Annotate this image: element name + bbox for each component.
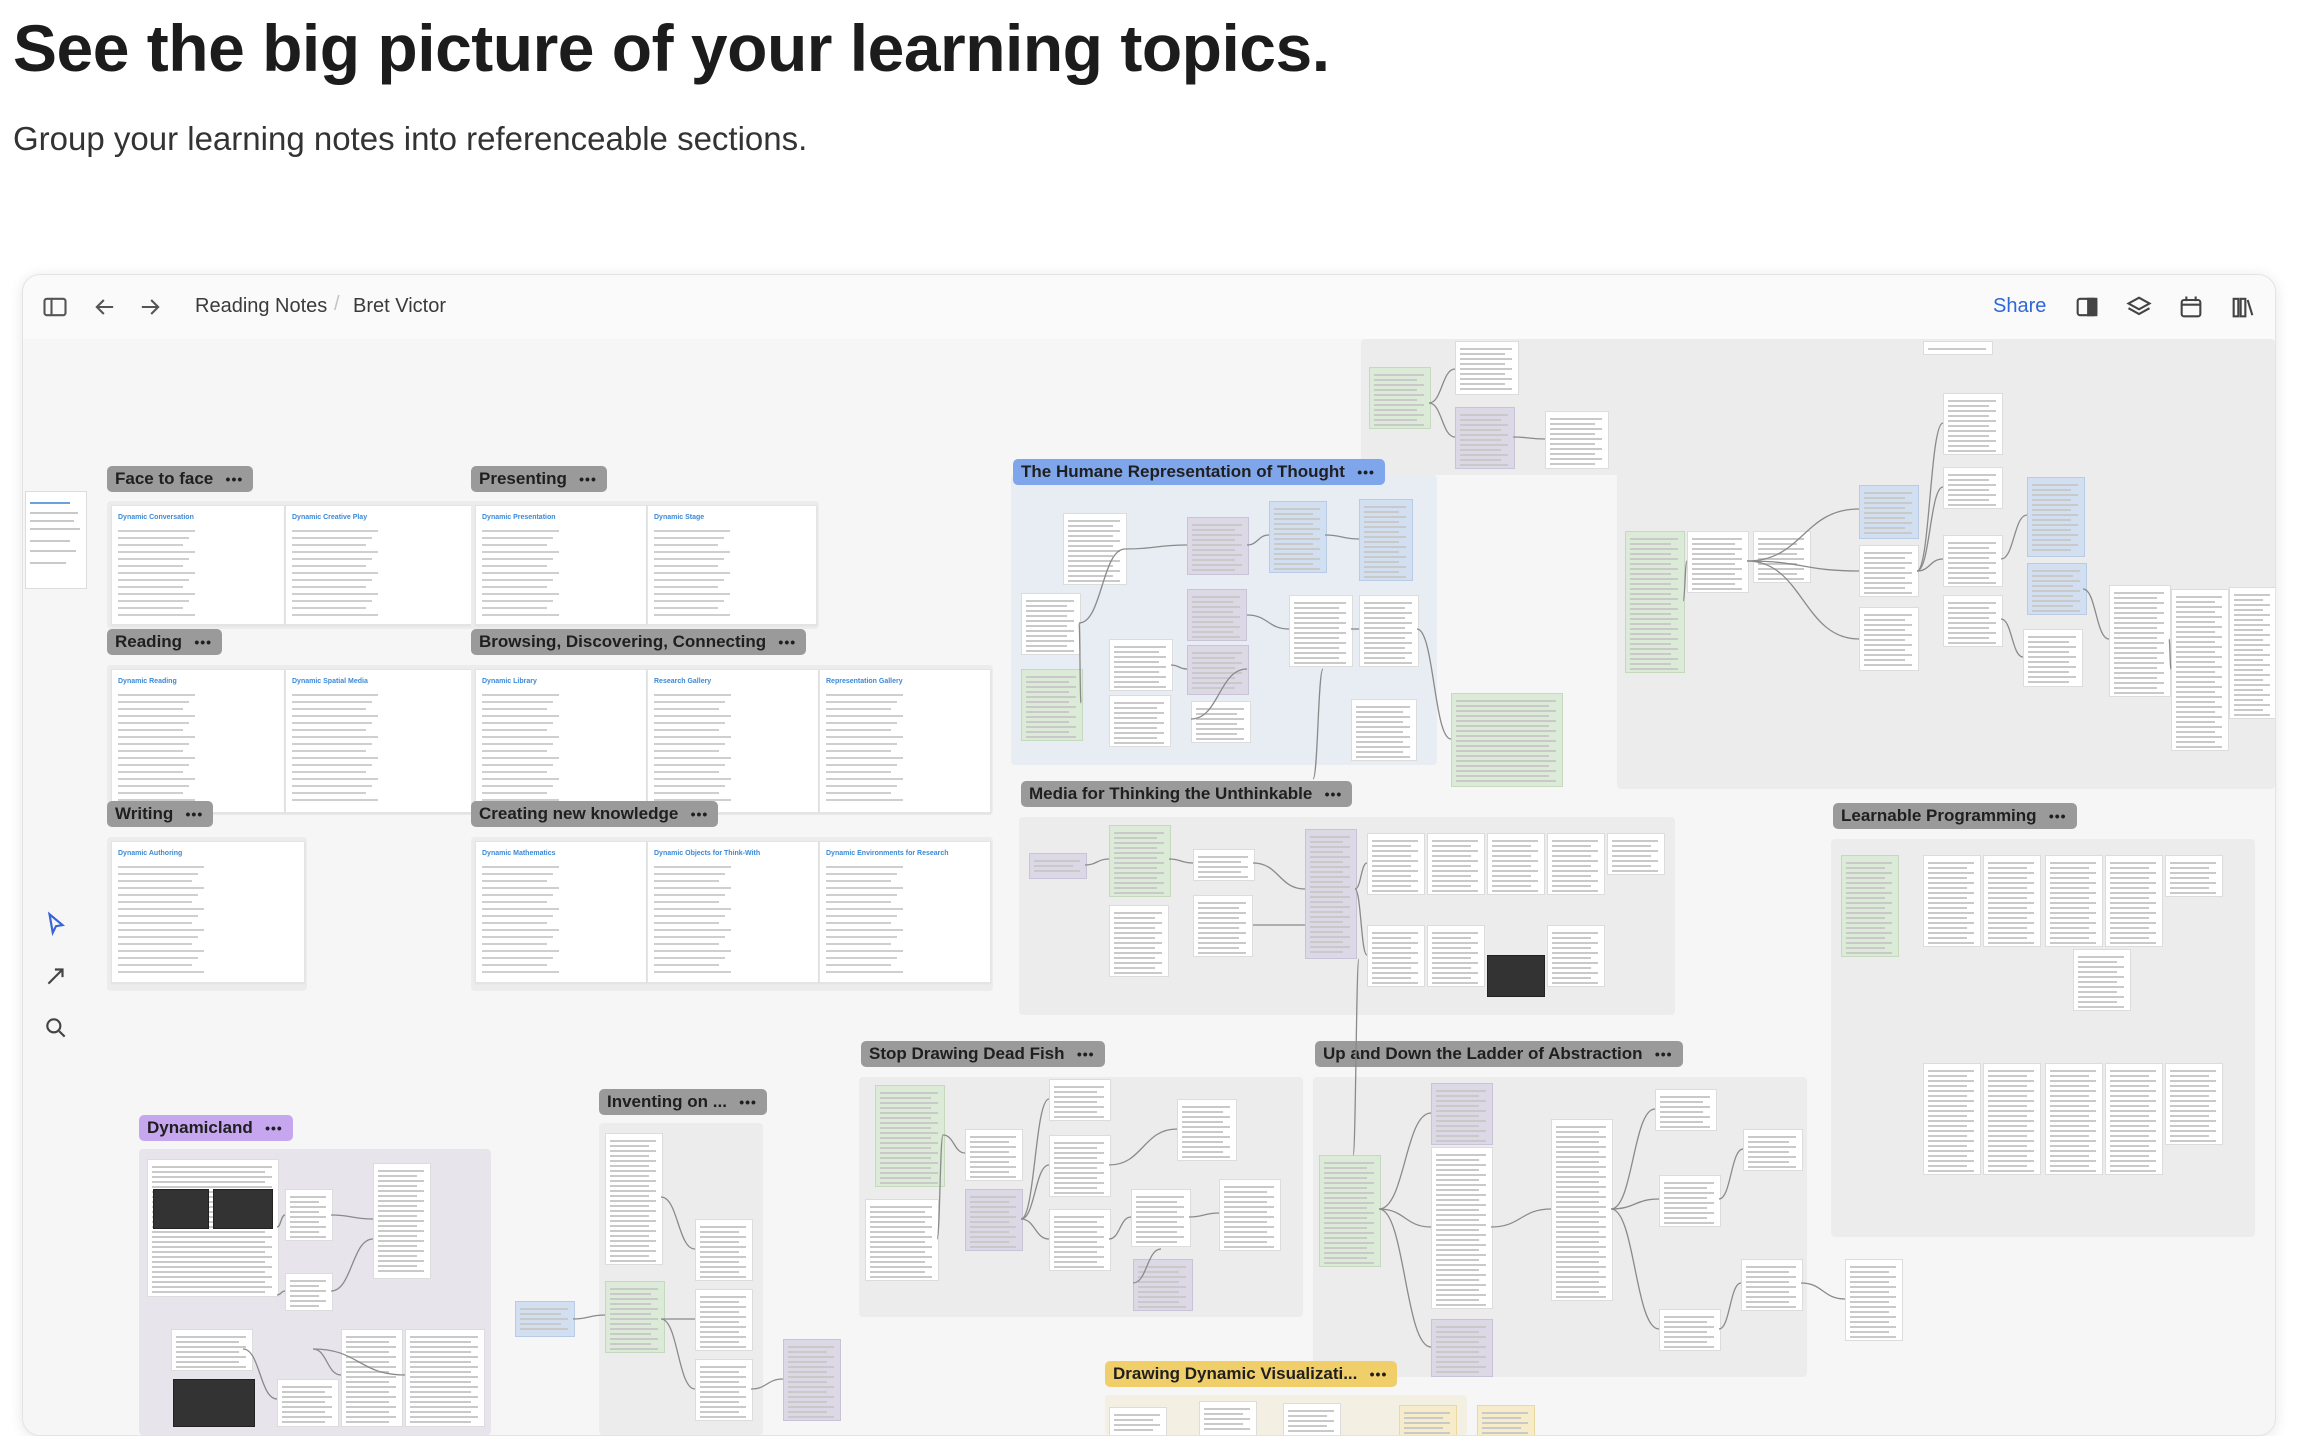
- connector-line: [2000, 514, 2028, 560]
- breadcrumb-separator: /: [334, 293, 340, 315]
- connector-line: [1190, 668, 1248, 720]
- panel-icon[interactable]: [2073, 293, 2101, 321]
- connector-line: [1170, 664, 1188, 670]
- connector-line: [2168, 638, 2172, 670]
- toolbar: Reading Notes / Bret Victor Share: [23, 275, 2275, 339]
- back-arrow-icon[interactable]: [91, 293, 119, 321]
- connector-line: [572, 1314, 606, 1320]
- layers-icon[interactable]: [2125, 293, 2153, 321]
- connector-line: [1610, 1108, 1656, 1210]
- connector-line: [2000, 618, 2024, 658]
- connector-line: [1020, 1098, 1050, 1220]
- connector-line: [936, 1134, 944, 1240]
- connector-line: [1108, 1128, 1178, 1166]
- connector-line: [1352, 958, 1360, 1156]
- connector-line: [1020, 1218, 1050, 1240]
- connector-line: [750, 1378, 784, 1390]
- connector-line: [276, 1290, 286, 1296]
- connector-line: [1246, 614, 1290, 630]
- connector-line: [312, 1348, 342, 1376]
- connector-line: [1916, 422, 1944, 572]
- connector-line: [1078, 622, 1082, 704]
- connector-lines: [242, 368, 2172, 1400]
- connector-line: [1800, 1282, 1846, 1300]
- connector-line: [1682, 560, 1688, 602]
- share-button[interactable]: Share: [1993, 295, 2046, 318]
- connector-line: [1188, 1212, 1220, 1218]
- connector-line: [1020, 1164, 1050, 1220]
- connector-line: [1746, 508, 1860, 562]
- connector-line: [1354, 862, 1368, 890]
- connector-line: [1124, 544, 1188, 550]
- page-subheadline: Group your learning notes into reference…: [13, 120, 808, 157]
- whiteboard-canvas[interactable]: Face to face ••• Dynamic Conversation Dyn…: [23, 339, 2275, 1435]
- app-window: Reading Notes / Bret Victor Share Face t…: [22, 274, 2276, 1436]
- connector-line: [242, 1348, 278, 1400]
- connector-line: [1084, 858, 1110, 866]
- connector-line: [1132, 1248, 1162, 1284]
- connector-line: [2082, 588, 2110, 640]
- connector-line: [1252, 862, 1306, 890]
- connector-line: [1246, 534, 1270, 546]
- connector-line: [1490, 1208, 1552, 1228]
- library-icon[interactable]: [2229, 293, 2257, 321]
- connector-line: [1746, 560, 1860, 572]
- connector-line: [1378, 1208, 1432, 1348]
- connector-line: [1312, 668, 1324, 780]
- connector-line: [1428, 402, 1456, 438]
- connector-line: [276, 1214, 286, 1228]
- connector-line: [1610, 1208, 1660, 1330]
- connector-line: [1718, 1148, 1744, 1200]
- connector-line: [660, 1318, 696, 1390]
- connector-line: [1718, 1282, 1742, 1330]
- connector-line: [1512, 436, 1546, 440]
- connector-line: [1108, 1216, 1132, 1240]
- breadcrumb-reading-notes[interactable]: Reading Notes: [195, 295, 327, 318]
- connector-line: [1324, 534, 1360, 540]
- connector-line: [1746, 560, 1860, 640]
- connector-line: [942, 1134, 966, 1154]
- connector-line: [1168, 858, 1194, 864]
- connector-line: [660, 1196, 696, 1250]
- connector-line: [330, 1238, 374, 1292]
- connector-line: [1416, 628, 1452, 740]
- breadcrumb-current[interactable]: Bret Victor: [353, 295, 446, 318]
- calendar-icon[interactable]: [2177, 293, 2205, 321]
- sidebar-toggle-icon[interactable]: [41, 293, 69, 321]
- connector-line: [1428, 368, 1456, 404]
- page-headline: See the big picture of your learning top…: [13, 11, 1330, 85]
- forward-arrow-icon[interactable]: [136, 293, 164, 321]
- connector-line: [1354, 888, 1368, 956]
- connector-line: [1378, 1112, 1432, 1210]
- connector-line: [1378, 1208, 1432, 1228]
- connector-line: [330, 1214, 374, 1220]
- connector-line: [1078, 548, 1126, 624]
